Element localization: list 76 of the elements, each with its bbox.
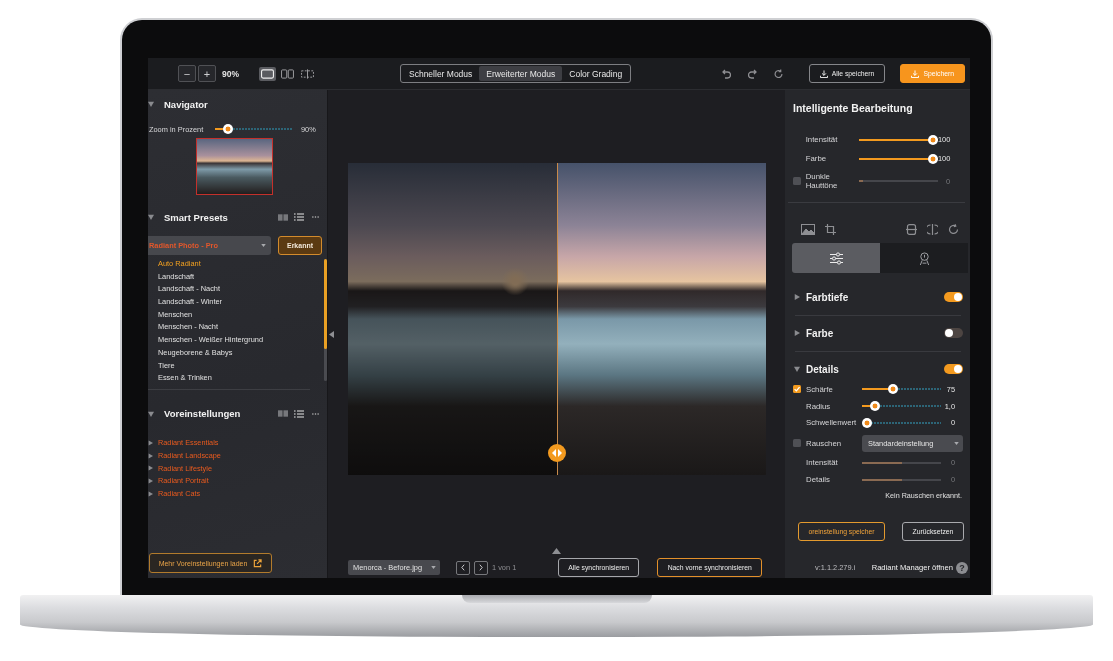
compare-view-icon <box>301 68 314 79</box>
slider-thumb[interactable] <box>928 134 938 145</box>
caret-down-icon[interactable] <box>148 214 154 220</box>
slider-thumb[interactable] <box>928 153 938 164</box>
caret-down-icon[interactable] <box>148 101 154 107</box>
slider-thumb[interactable] <box>888 384 899 395</box>
split-horizontal-icon[interactable] <box>906 223 917 235</box>
crop-icon[interactable] <box>825 223 836 235</box>
download-icon <box>911 69 920 78</box>
download-icon <box>819 69 828 78</box>
checkbox[interactable] <box>793 177 801 185</box>
single-view-button[interactable] <box>259 66 276 81</box>
caret-right-icon[interactable] <box>148 490 153 497</box>
toggle-switch[interactable] <box>944 328 963 338</box>
caret-right-icon[interactable] <box>148 477 153 484</box>
section-title[interactable]: Farbe <box>806 327 834 339</box>
zoom-in-button[interactable]: + <box>198 65 216 82</box>
grid-view-icon[interactable] <box>278 213 288 221</box>
next-button[interactable] <box>474 560 488 575</box>
caret-down-icon[interactable] <box>148 410 154 417</box>
caret-down-icon <box>431 566 436 569</box>
caret-right-icon[interactable] <box>148 452 153 459</box>
adjustments-tab[interactable] <box>792 243 880 273</box>
redo-icon[interactable] <box>747 68 757 79</box>
scrollbar-thumb[interactable] <box>324 259 327 349</box>
caret-up-icon[interactable] <box>552 548 561 554</box>
zoom-value: 90% <box>222 68 239 79</box>
rotate-icon[interactable] <box>948 223 959 235</box>
undo-icon[interactable] <box>721 68 731 79</box>
toggle-switch[interactable] <box>944 364 963 374</box>
scrollbar-track[interactable] <box>324 259 327 381</box>
panel-title: Smart Presets <box>164 211 228 223</box>
sliders-icon <box>829 251 843 265</box>
mode-tab[interactable]: Erweiterter Modus <box>479 66 563 81</box>
list-view-icon[interactable] <box>294 409 304 418</box>
split-handle-icon[interactable] <box>547 444 566 462</box>
compare-view-button[interactable] <box>299 66 316 81</box>
panel-title: Navigator <box>164 98 208 110</box>
checkbox[interactable] <box>793 385 801 394</box>
split-view-button[interactable] <box>279 66 296 81</box>
caret-right-icon[interactable] <box>148 465 153 472</box>
help-button[interactable]: ? <box>956 561 968 574</box>
toggle-switch[interactable] <box>944 292 963 302</box>
caret-right-icon[interactable] <box>148 439 153 446</box>
split-view-icon <box>281 68 294 79</box>
mode-tab[interactable]: Schneller Modus <box>402 66 480 81</box>
panel-title: Intelligente Bearbeitung <box>793 101 914 116</box>
grid-view-icon[interactable] <box>278 410 288 418</box>
check-icon <box>793 385 801 394</box>
more-icon[interactable] <box>312 412 319 415</box>
chevron-right-icon <box>479 564 483 571</box>
caret-right-icon[interactable] <box>794 294 800 300</box>
refresh-icon[interactable] <box>773 68 783 79</box>
slider-thumb[interactable] <box>870 401 881 412</box>
external-link-icon <box>253 558 263 568</box>
checkbox[interactable] <box>793 439 801 448</box>
chevron-left-icon <box>461 564 465 571</box>
slider-thumb[interactable] <box>223 124 234 134</box>
slider-fill <box>862 405 872 408</box>
panel-title: Voreinstellungen <box>164 408 241 420</box>
section-title[interactable]: Details <box>806 363 839 375</box>
caret-down-icon <box>261 244 266 247</box>
caret-down-icon[interactable] <box>794 366 800 372</box>
image-icon[interactable] <box>801 223 815 235</box>
slider-thumb[interactable] <box>862 417 872 428</box>
mode-tab[interactable]: Color Grading <box>562 66 630 81</box>
caret-right-icon[interactable] <box>794 330 800 336</box>
photo-thumbnail-placeholder[interactable] <box>196 138 273 195</box>
person-icon <box>917 251 931 265</box>
compare-icon[interactable] <box>927 223 938 235</box>
caret-down-icon <box>954 441 959 445</box>
previous-button[interactable] <box>456 560 470 575</box>
section-title[interactable]: Farbtiefe <box>806 291 849 303</box>
zoom-out-button[interactable]: − <box>178 65 196 82</box>
list-view-icon[interactable] <box>294 213 304 221</box>
single-view-icon <box>261 68 274 79</box>
